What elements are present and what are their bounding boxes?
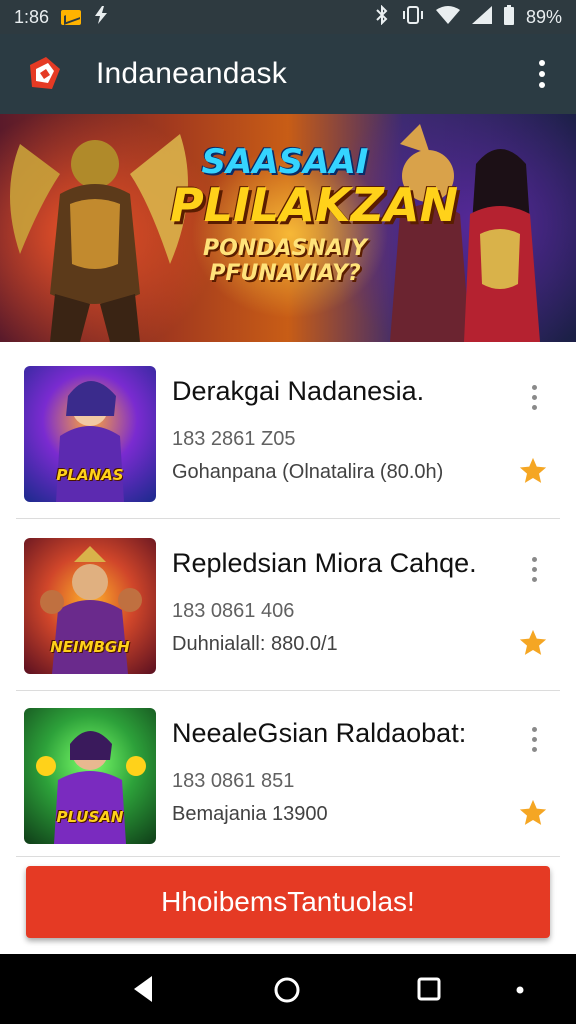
- thumbnail-caption: PLANAS: [56, 466, 124, 484]
- back-icon[interactable]: [132, 974, 154, 1004]
- mail-icon: [61, 9, 82, 25]
- banner-headline: SAASAAI PLILAKZAN PONDASNAIY PFUNAVIAY?: [170, 142, 459, 286]
- status-time: 1:86: [14, 6, 50, 27]
- star-icon[interactable]: [518, 798, 548, 828]
- wifi-icon: [435, 5, 460, 29]
- app-title: Indaneandask: [96, 57, 287, 90]
- game-thumbnail[interactable]: NEIMBGH: [24, 538, 156, 674]
- divider: [16, 856, 560, 857]
- banner-line-4: PFUNAVIAY?: [209, 261, 361, 286]
- battery-icon: [503, 4, 514, 30]
- cta-button[interactable]: HhoibemsTantuolas!: [26, 866, 550, 938]
- item-subtitle: Bemajania 13900: [172, 803, 328, 825]
- banner-line-1: SAASAAI: [201, 142, 369, 182]
- list-item[interactable]: NEIMBGH Repledsian Miora Cahqe. 183 0861…: [0, 518, 576, 690]
- star-icon[interactable]: [518, 456, 548, 486]
- dot-indicator-icon: [516, 986, 524, 994]
- item-meta: 183 0861 406: [172, 600, 295, 622]
- battery-percent: 89%: [525, 6, 562, 27]
- item-more-icon[interactable]: [524, 722, 544, 756]
- promo-banner[interactable]: SAASAAI PLILAKZAN PONDASNAIY PFUNAVIAY?: [0, 114, 576, 342]
- navigation-bar: [0, 954, 576, 1024]
- item-more-icon[interactable]: [524, 552, 544, 586]
- game-thumbnail[interactable]: PLUSAN: [24, 708, 156, 844]
- app-logo-icon[interactable]: [22, 53, 64, 95]
- home-icon[interactable]: [272, 975, 302, 1005]
- star-icon[interactable]: [518, 628, 548, 658]
- recents-icon[interactable]: [416, 976, 442, 1002]
- flash-icon: [93, 5, 109, 29]
- more-vert-icon[interactable]: [530, 54, 554, 94]
- item-title: NeealeGsian Raldaobat:: [172, 718, 467, 748]
- banner-line-3: PONDASNAIY: [203, 236, 367, 261]
- item-meta: 183 0861 851: [172, 770, 295, 792]
- item-subtitle: Duhnialall: 880.0/1: [172, 633, 338, 655]
- signal-icon: [471, 5, 492, 29]
- bluetooth-icon: [374, 4, 390, 30]
- item-title: Repledsian Miora Cahqe.: [172, 548, 477, 578]
- status-bar: 1:86 89%: [0, 0, 576, 34]
- item-meta: 183 2861 Z05: [172, 428, 296, 450]
- list-item[interactable]: PLUSAN NeealeGsian Raldaobat: 183 0861 8…: [0, 688, 576, 860]
- app-bar: Indaneandask: [0, 34, 576, 114]
- item-more-icon[interactable]: [524, 380, 544, 414]
- game-thumbnail[interactable]: PLANAS: [24, 366, 156, 502]
- list-item[interactable]: PLANAS Derakgai Nadanesia. 183 2861 Z05 …: [0, 346, 576, 518]
- banner-line-2: PLILAKZAN: [170, 178, 459, 232]
- thumbnail-caption: NEIMBGH: [50, 638, 130, 656]
- item-title: Derakgai Nadanesia.: [172, 376, 425, 406]
- vibrate-icon: [402, 5, 424, 30]
- thumbnail-caption: PLUSAN: [56, 808, 124, 826]
- item-subtitle: Gohanpana (Olnatalira (80.0h): [172, 461, 444, 483]
